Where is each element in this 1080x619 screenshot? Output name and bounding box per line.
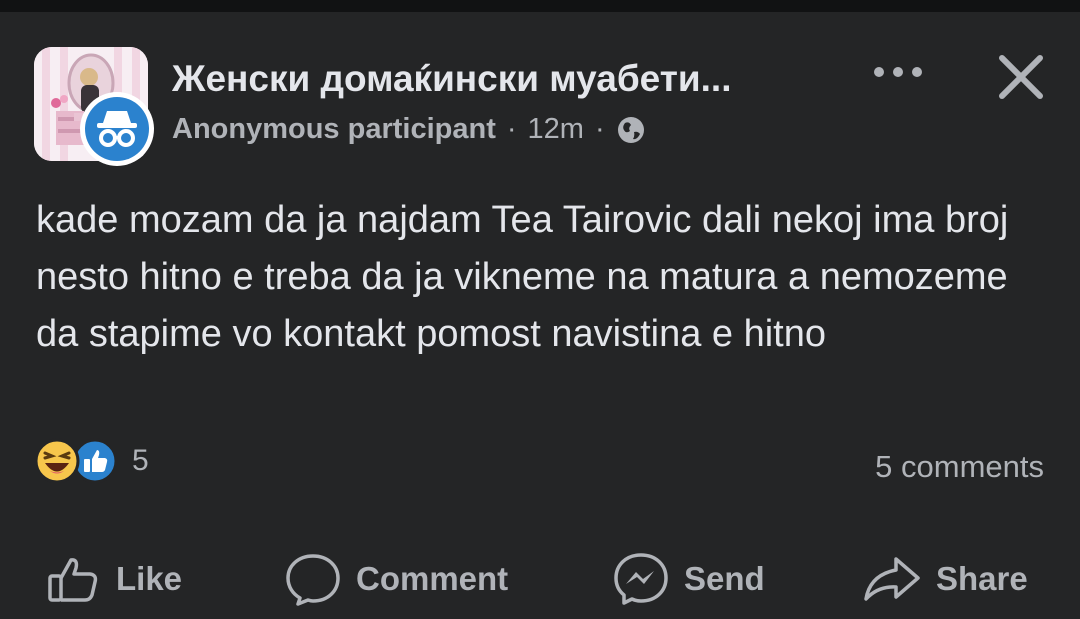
like-button[interactable]: Like <box>46 544 182 614</box>
close-button[interactable] <box>990 46 1052 108</box>
meta-separator-2: · <box>594 113 605 145</box>
comments-count-link[interactable]: 5 comments <box>875 449 1044 485</box>
anonymous-badge <box>80 92 154 166</box>
reactions-count: 5 <box>132 444 149 477</box>
share-button[interactable]: Share <box>862 544 1028 614</box>
close-icon <box>999 55 1043 99</box>
reactions-summary[interactable]: 5 <box>34 436 149 486</box>
globe-icon <box>617 116 644 143</box>
send-button[interactable]: Send <box>612 544 765 614</box>
comment-label: Comment <box>356 560 509 597</box>
post-actions-bar: Like Comment Send Share <box>0 544 1080 614</box>
send-label: Send <box>684 560 765 597</box>
post-time[interactable]: 12m <box>528 113 584 146</box>
comment-icon <box>286 554 340 606</box>
like-label: Like <box>116 560 183 597</box>
comment-button[interactable]: Comment <box>284 544 508 614</box>
group-name[interactable]: Женски домаќински муабети... <box>172 58 731 100</box>
anonymous-spy-icon <box>97 111 137 147</box>
post-card: Женски домаќински муабети... Anonymous p… <box>0 12 1080 619</box>
messenger-icon <box>614 553 668 605</box>
more-horizontal-icon <box>874 67 922 77</box>
post-body-text: kade mozam da ja najdam Tea Tairovic dal… <box>36 199 1009 355</box>
meta-separator: · <box>506 113 517 145</box>
haha-reaction-icon <box>34 438 80 484</box>
author-name[interactable]: Anonymous participant <box>172 113 496 146</box>
share-label: Share <box>936 560 1028 597</box>
share-icon <box>864 557 920 601</box>
like-icon <box>48 558 98 602</box>
more-options-button[interactable] <box>870 50 932 94</box>
status-bar-edge <box>0 0 1080 12</box>
post-meta: Anonymous participant · 12m · <box>172 113 646 146</box>
